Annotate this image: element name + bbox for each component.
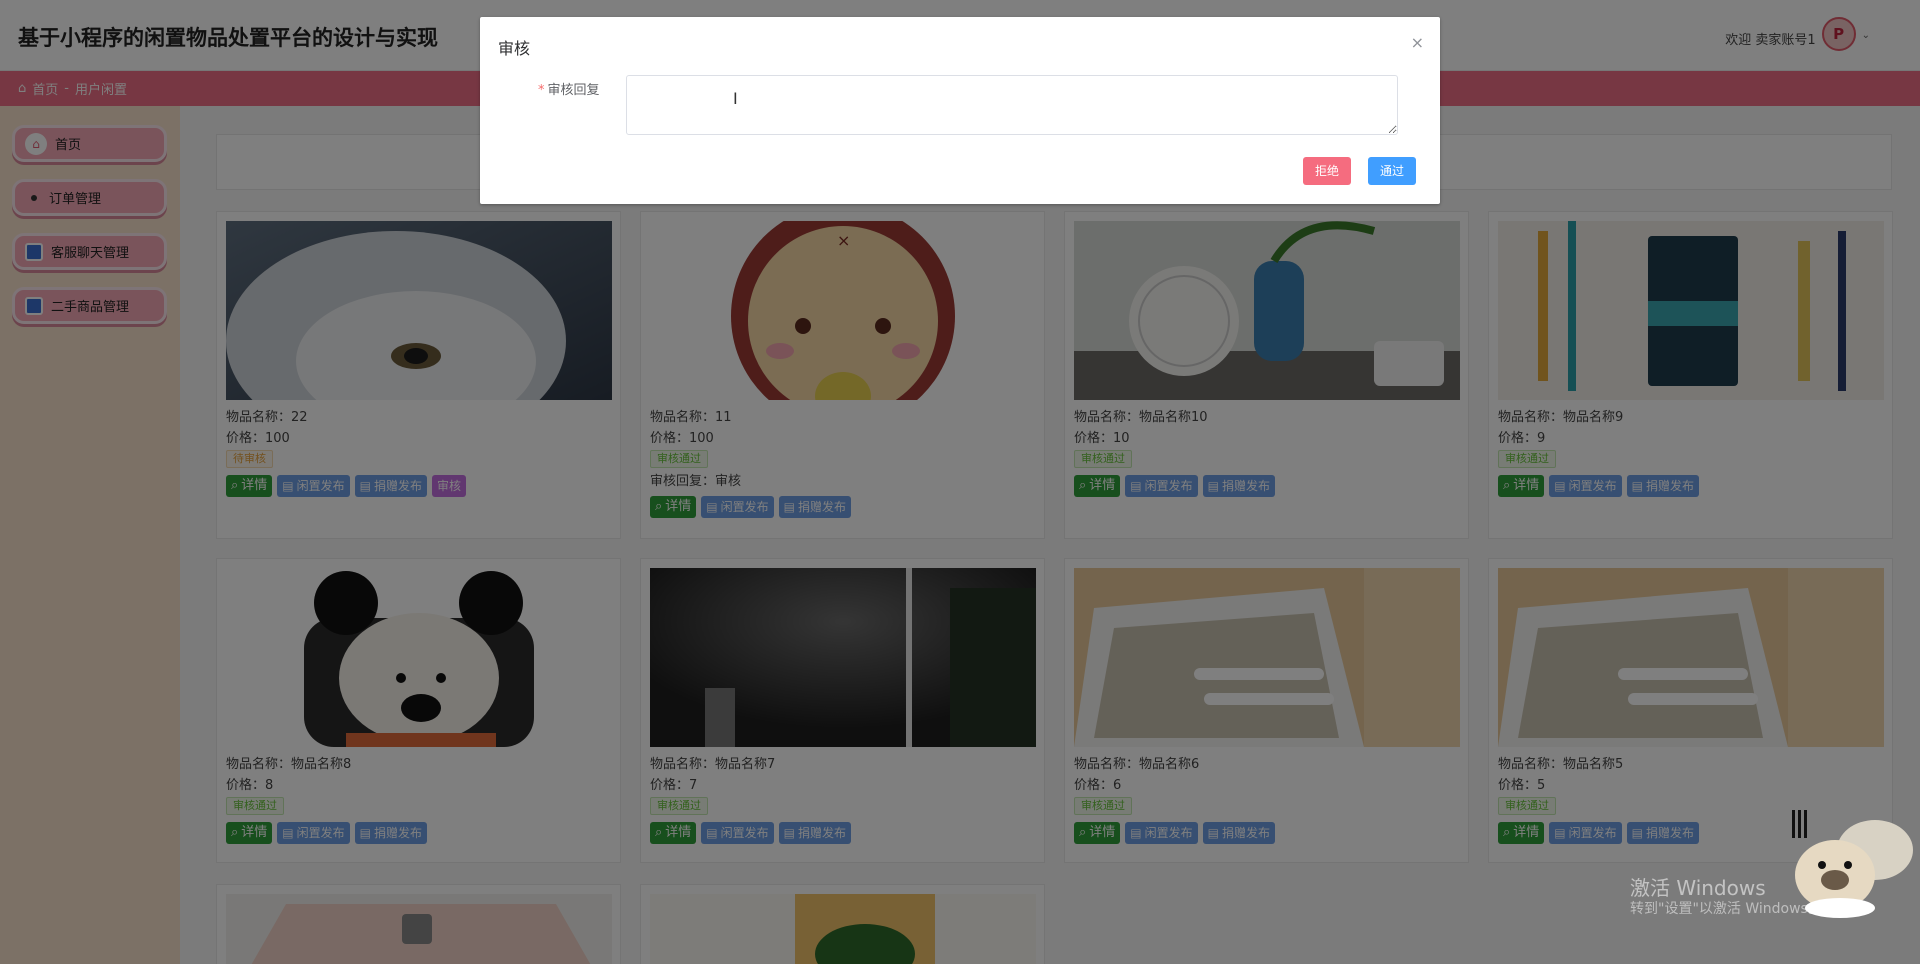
audit-dialog: 审核 × * 审核回复 I 拒绝 通过 (480, 17, 1440, 204)
required-mark: * (538, 83, 545, 98)
text-cursor-icon: I (733, 89, 738, 108)
reject-button[interactable]: 拒绝 (1303, 157, 1352, 185)
audit-reply-label-text: 审核回复 (547, 83, 600, 98)
audit-reply-label: * 审核回复 (538, 79, 600, 98)
windows-watermark-subtitle: 转到"设置"以激活 Windows。 (1630, 901, 1822, 917)
close-icon[interactable]: × (1411, 33, 1424, 52)
audit-reply-input[interactable] (626, 75, 1398, 135)
windows-watermark-title: 激活 Windows (1630, 876, 1766, 900)
pass-button[interactable]: 通过 (1368, 157, 1417, 185)
dialog-title: 审核 (498, 39, 531, 58)
